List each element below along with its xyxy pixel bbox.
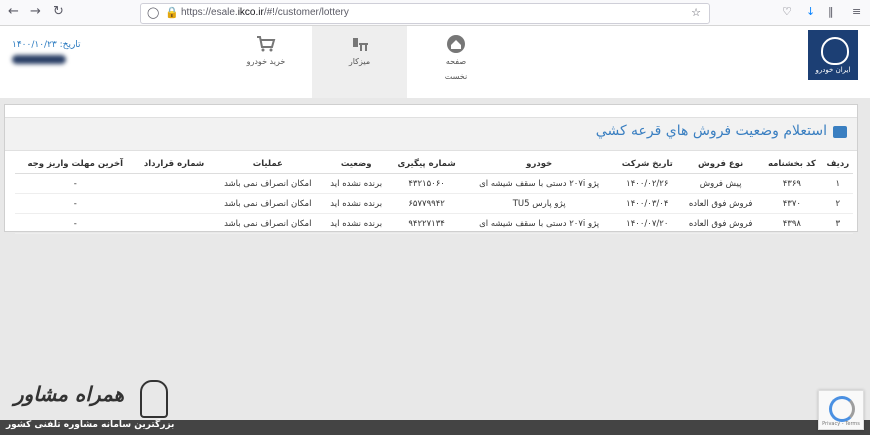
cell-contract-number bbox=[135, 213, 213, 234]
watermark-mark-icon bbox=[140, 380, 168, 418]
cell-actions: امکان انصراف نمی باشد bbox=[212, 213, 323, 234]
cell-payment-deadline: - bbox=[15, 213, 136, 234]
shield-icon[interactable]: ◯ bbox=[147, 6, 159, 19]
library-icon[interactable]: ‖ bbox=[828, 5, 834, 18]
reload-icon[interactable]: ↻ bbox=[53, 4, 64, 19]
col-sale-type: نوع فروش bbox=[680, 155, 762, 174]
cell-tracking-number: ۶۵۷۷۹۹۴۲ bbox=[389, 193, 464, 214]
cell-row-num: ۳ bbox=[822, 213, 853, 234]
cell-row-num: ۲ bbox=[822, 193, 853, 214]
nav-home[interactable]: صفحه نخست bbox=[426, 26, 486, 98]
card-icon bbox=[833, 126, 847, 138]
recaptcha-badge[interactable]: Privacy - Terms bbox=[818, 390, 864, 430]
cell-status: برنده نشده اید bbox=[322, 213, 390, 234]
back-icon[interactable]: ← bbox=[8, 4, 19, 19]
table-row: ۳ ۴۳۹۸ فروش فوق العاده ۱۴۰۰/۰۷/۲۰ پژو ۲۰… bbox=[15, 213, 853, 234]
panel-title: استعلام وضعيت فروش هاي قرعه كشي bbox=[595, 123, 827, 139]
col-row-num: ردیف bbox=[822, 155, 853, 174]
cell-join-date: ۱۴۰۰/۰۲/۲۶ bbox=[614, 173, 681, 194]
date-label: تاریخ: ۱۴۰۰/۱۰/۲۳ bbox=[12, 40, 81, 50]
lock-icon[interactable]: 🔒 bbox=[165, 6, 179, 19]
col-payment-deadline: آخرین مهلت واریز وجه bbox=[15, 155, 136, 174]
cell-join-date: ۱۴۰۰/۰۳/۰۴ bbox=[614, 193, 681, 214]
col-tracking-number: شماره پیگیری bbox=[389, 155, 464, 174]
cart-icon bbox=[256, 34, 276, 54]
cell-circular-code: ۴۳۷۰ bbox=[761, 193, 823, 214]
col-car: خودرو bbox=[463, 155, 615, 174]
nav-desk[interactable]: میزکار bbox=[312, 26, 407, 98]
cell-sale-type: فروش فوق العاده bbox=[680, 193, 762, 214]
recaptcha-icon bbox=[829, 396, 855, 422]
cell-actions: امکان انصراف نمی باشد bbox=[212, 173, 323, 194]
table-row: ۱ ۴۳۶۹ پیش فروش ۱۴۰۰/۰۲/۲۶ پژو ۲۰۷i دستی… bbox=[15, 173, 853, 194]
cell-tracking-number: ۹۴۲۲۷۱۳۴ bbox=[389, 213, 464, 234]
lottery-status-panel: استعلام وضعيت فروش هاي قرعه كشي ردیف کد … bbox=[4, 104, 858, 234]
ikco-logo[interactable]: ایران خودرو bbox=[808, 30, 858, 80]
watermark-brand: همراه مشاور bbox=[14, 382, 125, 406]
forward-icon[interactable]: → bbox=[30, 4, 41, 19]
panel-header: استعلام وضعيت فروش هاي قرعه كشي bbox=[5, 117, 857, 151]
cell-sale-type: پیش فروش bbox=[680, 173, 762, 194]
shield-emblem-icon bbox=[821, 37, 849, 65]
cell-car: پژو ۲۰۷i دستی با سقف شیشه ای bbox=[463, 173, 615, 194]
cell-tracking-number: ۴۳۲۱۵۰۶۰ bbox=[389, 173, 464, 194]
browser-toolbar: ← → ↻ ◯ 🔒 https://esale.ikco.ir/#!/custo… bbox=[0, 0, 870, 26]
cell-row-num: ۱ bbox=[822, 173, 853, 194]
lottery-table: ردیف کد بخشنامه نوع فروش تاریخ شرکت خودر… bbox=[15, 155, 853, 234]
user-name-blurred bbox=[12, 55, 66, 64]
cell-circular-code: ۴۳۶۹ bbox=[761, 173, 823, 194]
menu-icon[interactable]: ≡ bbox=[852, 5, 861, 18]
nav-desk-label: میزکار bbox=[348, 57, 371, 66]
nav-home-sublabel: نخست bbox=[444, 72, 468, 81]
cell-join-date: ۱۴۰۰/۰۷/۲۰ bbox=[614, 213, 681, 234]
address-bar[interactable]: ◯ 🔒 https://esale.ikco.ir/#!/customer/lo… bbox=[140, 3, 710, 24]
watermark-tagline: بزرگترین سامانه مشاوره تلفنی کشور bbox=[6, 420, 175, 430]
cell-sale-type: فروش فوق العاده bbox=[680, 213, 762, 234]
cell-payment-deadline: - bbox=[15, 173, 136, 194]
cell-actions: امکان انصراف نمی باشد bbox=[212, 193, 323, 214]
cell-contract-number bbox=[135, 173, 213, 194]
cell-status: برنده نشده اید bbox=[322, 173, 390, 194]
table-header-row: ردیف کد بخشنامه نوع فروش تاریخ شرکت خودر… bbox=[15, 155, 853, 174]
col-actions: عملیات bbox=[212, 155, 323, 174]
cell-contract-number bbox=[135, 193, 213, 214]
logo-lettering: ایران خودرو bbox=[815, 66, 851, 74]
cell-car: پژو ۲۰۷i دستی با سقف شیشه ای bbox=[463, 213, 615, 234]
col-status: وضعیت bbox=[322, 155, 390, 174]
nav-buy-car-label: خرید خودرو bbox=[246, 57, 286, 66]
col-contract-number: شماره قرارداد bbox=[135, 155, 213, 174]
pocket-icon[interactable]: ♡ bbox=[782, 5, 792, 18]
bookmark-star-icon[interactable]: ☆ bbox=[691, 6, 701, 19]
nav-home-label: صفحه bbox=[445, 57, 467, 66]
site-header: ایران خودرو صفحه نخست میزکار خرید خودرو … bbox=[0, 26, 870, 98]
col-join-date: تاریخ شرکت bbox=[614, 155, 681, 174]
cell-payment-deadline: - bbox=[15, 193, 136, 214]
url-text[interactable]: https://esale.ikco.ir/#!/customer/lotter… bbox=[181, 7, 349, 18]
nav-buy-car[interactable]: خرید خودرو bbox=[236, 26, 296, 98]
cell-car: پژو پارس TU5 bbox=[463, 193, 615, 214]
desk-icon bbox=[350, 34, 370, 54]
home-icon bbox=[446, 34, 466, 54]
cell-circular-code: ۴۳۹۸ bbox=[761, 213, 823, 234]
cell-status: برنده نشده اید bbox=[322, 193, 390, 214]
col-circular-code: کد بخشنامه bbox=[761, 155, 823, 174]
recaptcha-links[interactable]: Privacy - Terms bbox=[819, 421, 863, 427]
table-row: ۲ ۴۳۷۰ فروش فوق العاده ۱۴۰۰/۰۳/۰۴ پژو پا… bbox=[15, 193, 853, 214]
download-icon[interactable]: ↓ bbox=[806, 5, 815, 18]
